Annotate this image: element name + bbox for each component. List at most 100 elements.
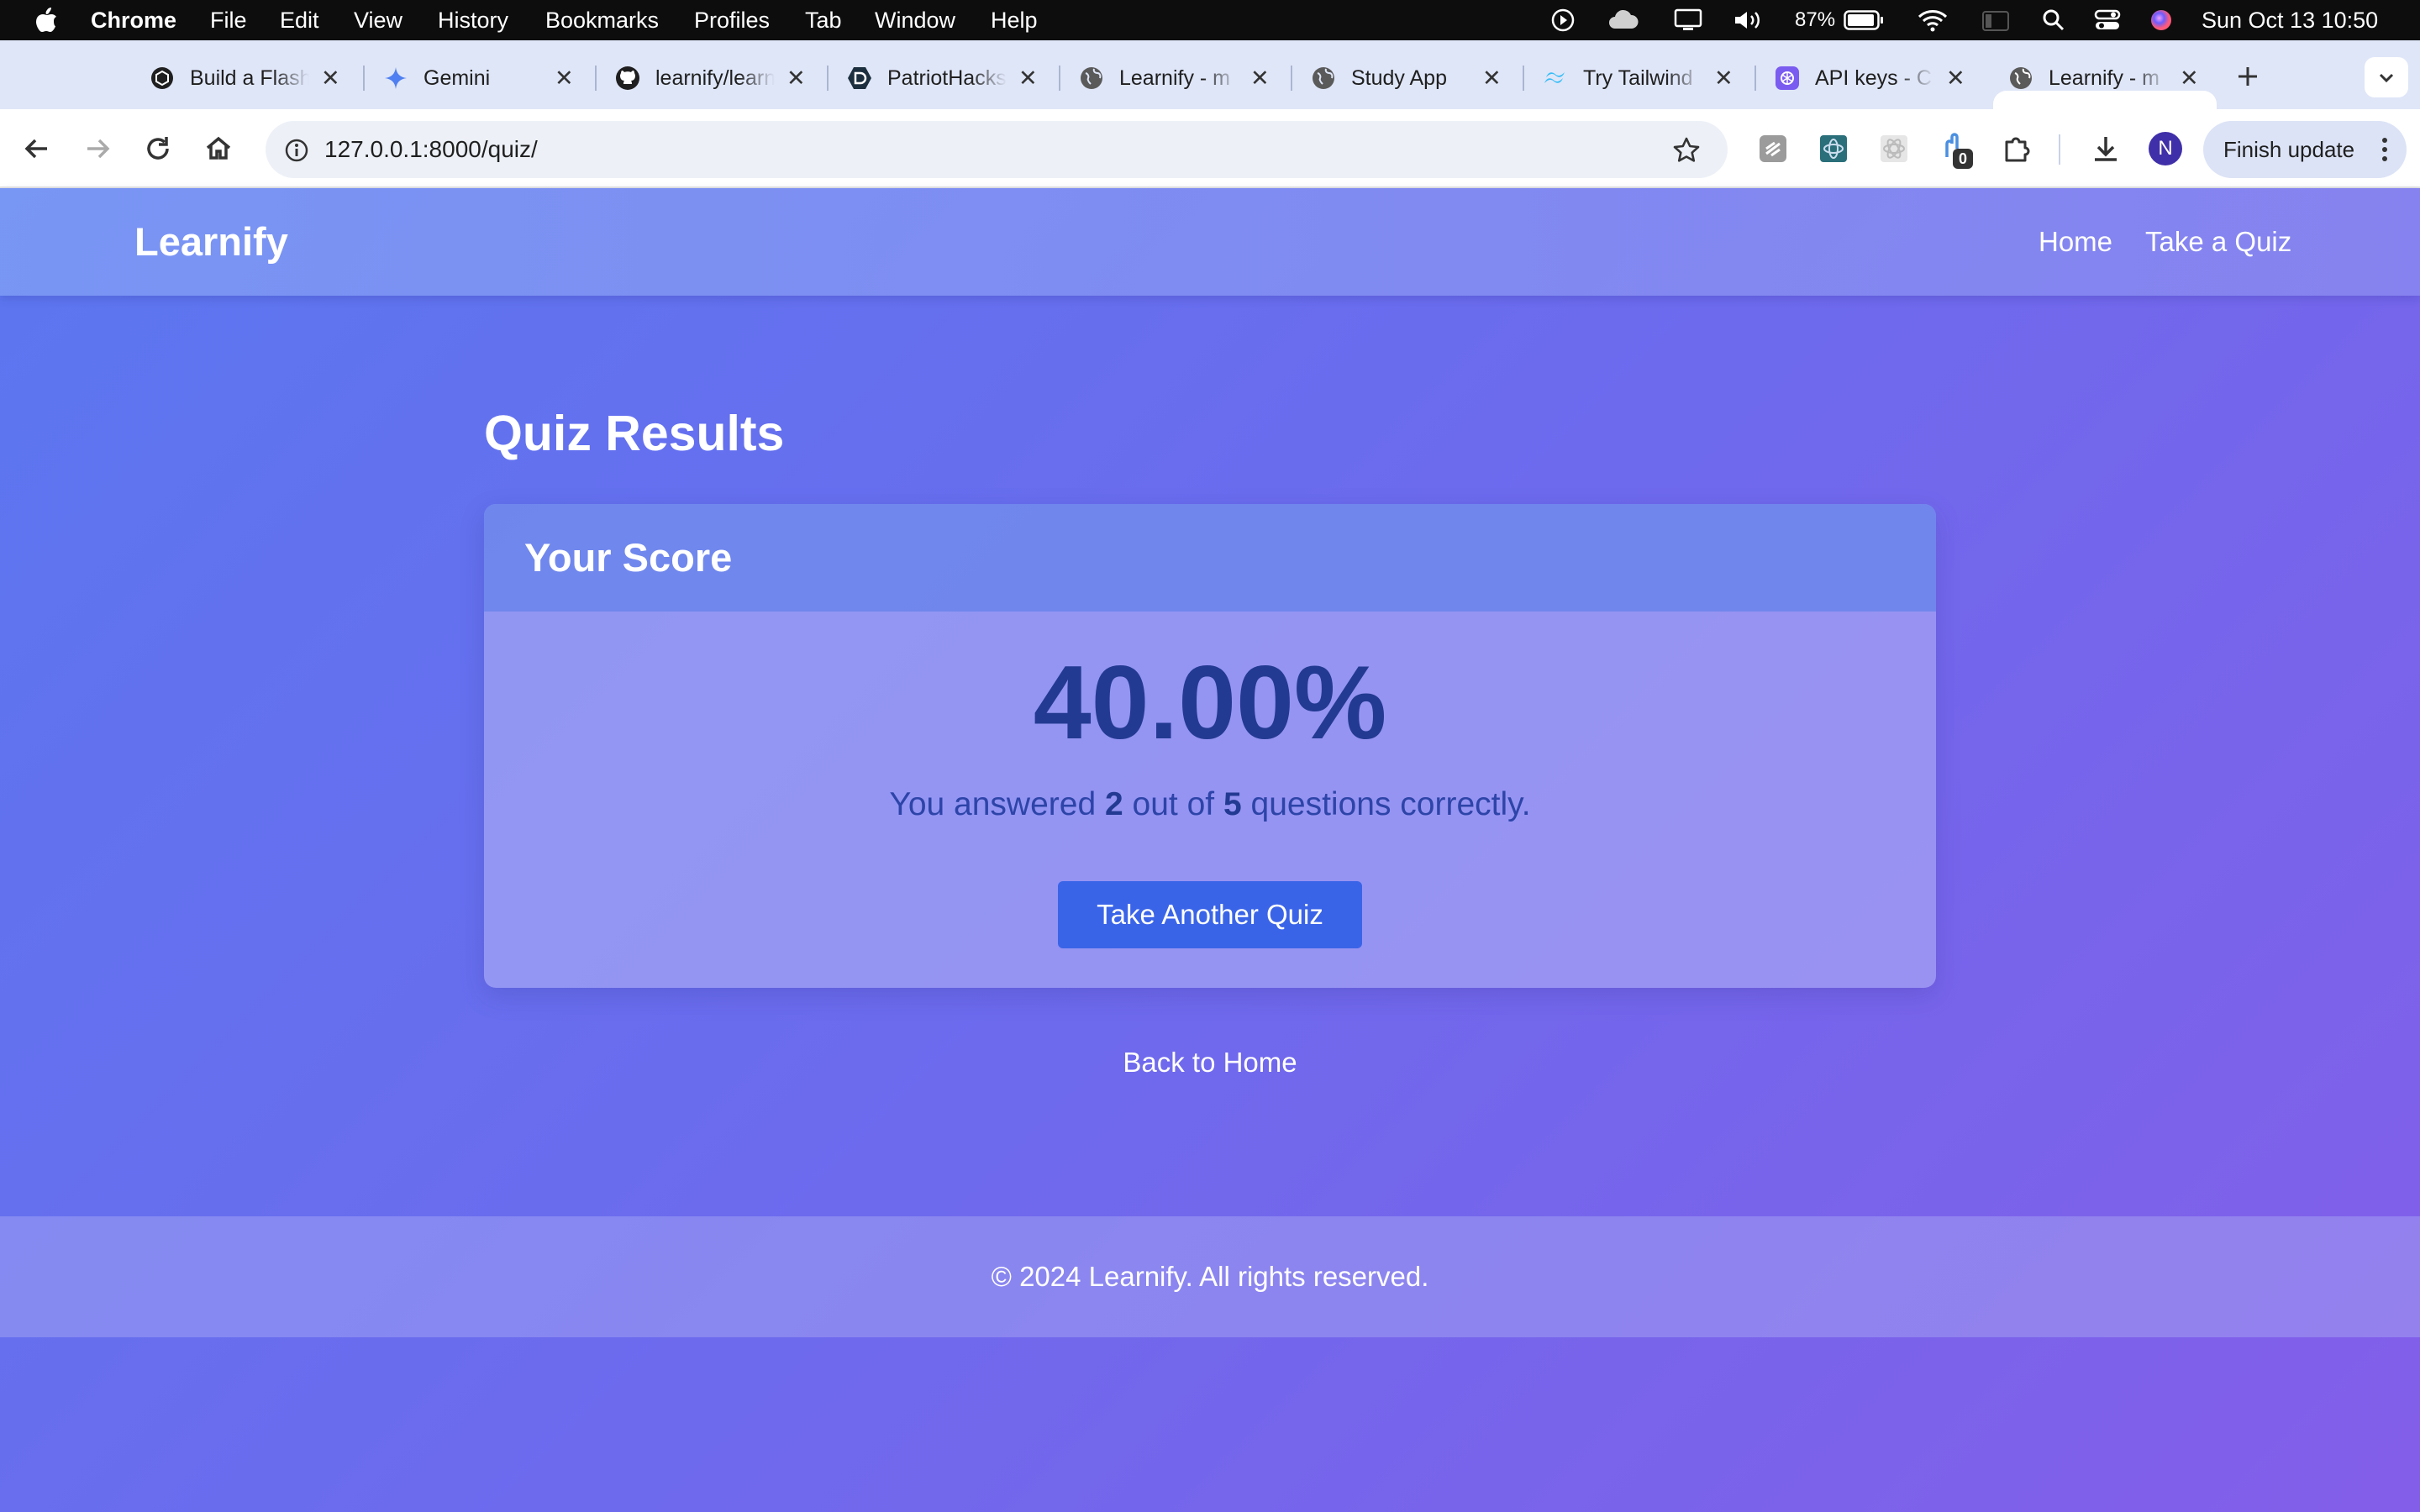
tab-learnify-1[interactable]: Learnify - m ✕ xyxy=(1079,59,1272,97)
finish-update-button[interactable]: Finish update xyxy=(2203,121,2407,178)
url-text[interactable]: 127.0.0.1:8000/quiz/ xyxy=(324,121,538,178)
tab-close-icon[interactable]: ✕ xyxy=(2180,59,2199,97)
tab-patriothacks[interactable]: PatriotHacks ✕ xyxy=(847,59,1040,97)
new-tab-plus-icon[interactable] xyxy=(2235,64,2260,89)
tab-gemini[interactable]: Gemini ✕ xyxy=(383,59,576,97)
volume-icon[interactable] xyxy=(1733,8,1766,32)
extension-badge-button[interactable]: 0 xyxy=(1938,130,1976,171)
tab-learnify-active[interactable]: Learnify - m ✕ xyxy=(2008,59,2202,97)
tab-github-learnify[interactable]: learnify/learnify ✕ xyxy=(615,59,808,97)
chatgpt-icon xyxy=(151,67,173,89)
tab-divider xyxy=(363,66,365,91)
tab-divider xyxy=(1291,66,1292,91)
wifi-icon[interactable] xyxy=(1918,8,1948,32)
clock[interactable]: Sun Oct 13 10:50 xyxy=(2202,0,2378,40)
browser-toolbar: 127.0.0.1:8000/quiz/ 0 N Finish update xyxy=(0,109,2420,188)
menu-bar: Chrome File Edit View History Bookmarks … xyxy=(0,0,2420,40)
tab-title: Gemini xyxy=(424,66,491,90)
back-to-home-link[interactable]: Back to Home xyxy=(1123,1047,1297,1078)
home-icon[interactable] xyxy=(202,132,235,165)
bookmark-star-icon[interactable] xyxy=(1672,136,1701,165)
menu-view[interactable]: View xyxy=(354,0,402,40)
extension-atom-icon[interactable] xyxy=(1817,132,1850,165)
battery-icon[interactable] xyxy=(1844,10,1884,30)
score-percentage: 40.00% xyxy=(1033,645,1387,761)
tab-title: Learnify - m xyxy=(2049,66,2160,90)
globe-icon xyxy=(1313,67,1334,89)
score-card-header: Your Score xyxy=(484,504,1936,612)
more-vertical-icon xyxy=(2382,138,2387,161)
take-another-quiz-button[interactable]: Take Another Quiz xyxy=(1058,881,1362,948)
site-footer: © 2024 Learnify. All rights reserved. xyxy=(0,1216,2420,1337)
menu-window[interactable]: Window xyxy=(875,0,955,40)
tab-divider xyxy=(827,66,829,91)
tab-search-button[interactable] xyxy=(2365,57,2408,97)
tab-study-app[interactable]: Study App ✕ xyxy=(1311,59,1504,97)
menu-tab[interactable]: Tab xyxy=(805,0,842,40)
score-card-title: Your Score xyxy=(524,535,733,580)
apple-icon[interactable] xyxy=(34,7,59,34)
nav-take-a-quiz[interactable]: Take a Quiz xyxy=(2145,188,2291,296)
address-bar[interactable]: 127.0.0.1:8000/quiz/ xyxy=(266,121,1728,178)
tab-title: PatriotHacks xyxy=(887,66,1007,90)
site-info-icon[interactable] xyxy=(284,138,309,163)
footer-copyright: © 2024 Learnify. All rights reserved. xyxy=(991,1261,1429,1292)
score-card: Your Score 40.00% You answered 2 out of … xyxy=(484,504,1936,988)
tab-title: Learnify - m xyxy=(1119,66,1230,90)
page-title: Quiz Results xyxy=(484,406,785,461)
tab-close-icon[interactable]: ✕ xyxy=(321,59,340,97)
brand-logo[interactable]: Learnify xyxy=(134,188,288,296)
tab-try-tailwind[interactable]: Try Tailwind ✕ xyxy=(1543,59,1736,97)
github-icon xyxy=(616,66,639,90)
tab-title: Try Tailwind xyxy=(1583,66,1693,90)
tab-close-icon[interactable]: ✕ xyxy=(1714,59,1733,97)
control-center-icon[interactable] xyxy=(2094,8,2121,32)
menu-help[interactable]: Help xyxy=(991,0,1038,40)
gemini-icon xyxy=(385,67,407,89)
tab-title: learnify/learnify xyxy=(655,66,775,90)
tab-strip: Build a Flashcard ✕ Gemini ✕ learnify/le… xyxy=(0,40,2420,150)
menu-history[interactable]: History xyxy=(438,0,508,40)
extension-notes-icon[interactable] xyxy=(1756,132,1790,165)
chevron-down-icon xyxy=(2379,73,2394,83)
search-icon[interactable] xyxy=(2042,8,2065,32)
tab-close-icon[interactable]: ✕ xyxy=(1946,59,1965,97)
tab-close-icon[interactable]: ✕ xyxy=(555,59,574,97)
menu-edit[interactable]: Edit xyxy=(280,0,319,40)
tab-title: API keys - C xyxy=(1815,66,1932,90)
openai-icon xyxy=(1776,66,1799,90)
download-icon[interactable] xyxy=(2089,132,2123,165)
menu-app-chrome[interactable]: Chrome xyxy=(91,0,176,40)
tab-title: Study App xyxy=(1351,66,1447,90)
tab-close-icon[interactable]: ✕ xyxy=(1482,59,1502,97)
extension-react-icon[interactable] xyxy=(1877,132,1911,165)
menu-profiles[interactable]: Profiles xyxy=(694,0,770,40)
profile-avatar[interactable]: N xyxy=(2149,132,2182,165)
play-icon[interactable] xyxy=(1551,8,1575,32)
menu-file[interactable]: File xyxy=(210,0,247,40)
siri-icon[interactable] xyxy=(2149,8,2173,32)
back-to-home-link-row: Back to Home xyxy=(0,1042,2420,1084)
extension-count-badge: 0 xyxy=(1953,149,1973,169)
forward-arrow-icon[interactable] xyxy=(81,132,114,165)
nav-home[interactable]: Home xyxy=(2039,188,2112,296)
tab-close-icon[interactable]: ✕ xyxy=(1018,59,1038,97)
extensions-puzzle-icon[interactable] xyxy=(2000,132,2033,165)
tab-build-flashcard[interactable]: Build a Flashcard ✕ xyxy=(150,59,343,97)
devpost-icon xyxy=(848,67,871,89)
cloud-icon[interactable] xyxy=(1607,8,1640,32)
menu-bookmarks[interactable]: Bookmarks xyxy=(545,0,659,40)
reload-icon[interactable] xyxy=(141,132,175,165)
globe-icon xyxy=(2010,67,2032,89)
profile-initial: N xyxy=(2158,137,2173,160)
back-arrow-icon[interactable] xyxy=(20,132,54,165)
tailwind-icon xyxy=(1544,72,1565,83)
sidebar-icon[interactable] xyxy=(1981,10,2010,32)
tab-close-icon[interactable]: ✕ xyxy=(786,59,806,97)
tab-title: Build a Flashcard xyxy=(190,66,309,90)
tab-close-icon[interactable]: ✕ xyxy=(1250,59,1270,97)
tab-api-keys[interactable]: API keys - C ✕ xyxy=(1775,59,1968,97)
display-icon[interactable] xyxy=(1674,8,1702,32)
score-summary-suffix: questions correctly. xyxy=(1250,786,1531,822)
tab-divider xyxy=(1754,66,1756,91)
